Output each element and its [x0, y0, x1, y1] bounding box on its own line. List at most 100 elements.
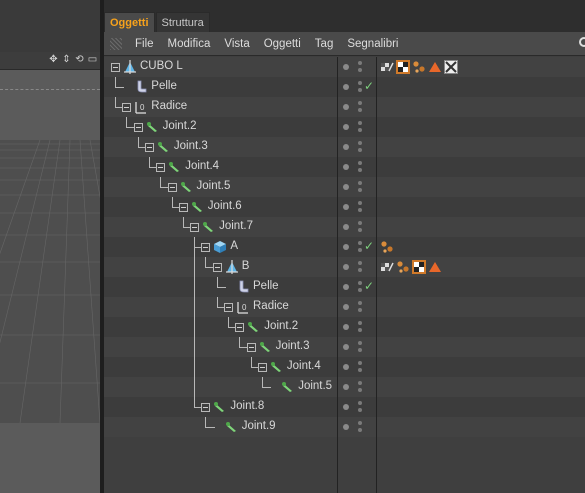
menu-file[interactable]: File	[128, 38, 161, 50]
tree-row[interactable]: 0 Radice	[104, 97, 585, 117]
collapse-toggle-icon[interactable]	[224, 303, 233, 312]
collapse-toggle-icon[interactable]	[178, 203, 188, 212]
tree-row[interactable]: A ✓	[104, 237, 585, 257]
render-visibility-dot[interactable]	[358, 428, 362, 432]
object-label[interactable]: Joint.2	[163, 120, 197, 132]
layer-dot[interactable]	[343, 184, 349, 190]
collapse-toggle-icon[interactable]	[167, 183, 177, 192]
object-label[interactable]: Joint.8	[230, 400, 264, 412]
editor-visibility-dot[interactable]	[358, 81, 362, 85]
object-label[interactable]: Pelle	[151, 80, 177, 92]
collapse-toggle-icon[interactable]	[133, 123, 143, 132]
editor-visibility-dot[interactable]	[358, 61, 362, 65]
editor-visibility-dot[interactable]	[358, 141, 362, 145]
editor-visibility-dot[interactable]	[358, 261, 362, 265]
tree-row[interactable]: Joint.4	[104, 157, 585, 177]
layer-dot[interactable]	[343, 264, 349, 270]
layer-dot[interactable]	[343, 404, 349, 410]
render-visibility-dot[interactable]	[358, 168, 362, 172]
layer-dot[interactable]	[343, 144, 349, 150]
collapse-toggle-icon[interactable]	[201, 403, 211, 412]
editor-visibility-dot[interactable]	[358, 161, 362, 165]
render-visibility-dot[interactable]	[358, 148, 362, 152]
render-visibility-dot[interactable]	[358, 388, 362, 392]
menu-modifica[interactable]: Modifica	[161, 38, 218, 50]
editor-visibility-dot[interactable]	[358, 381, 362, 385]
tree-row[interactable]: Joint.7	[104, 217, 585, 237]
editor-visibility-dot[interactable]	[358, 221, 362, 225]
tree-row[interactable]: Joint.5	[104, 377, 585, 397]
tree-row[interactable]: Joint.8	[104, 397, 585, 417]
layer-dot[interactable]	[343, 344, 349, 350]
collapse-toggle-icon[interactable]	[201, 243, 211, 252]
render-visibility-dot[interactable]	[358, 308, 362, 312]
render-visibility-dot[interactable]	[358, 248, 362, 252]
enabled-check-icon[interactable]: ✓	[364, 239, 374, 253]
tree-row[interactable]: B	[104, 257, 585, 277]
editor-visibility-dot[interactable]	[358, 281, 362, 285]
editor-visibility-dot[interactable]	[358, 301, 362, 305]
object-label[interactable]: Joint.5	[197, 180, 231, 192]
collapse-toggle-icon[interactable]	[144, 143, 154, 152]
render-visibility-dot[interactable]	[358, 128, 362, 132]
object-label[interactable]: Joint.4	[185, 160, 219, 172]
checker-material-icon[interactable]	[412, 260, 426, 274]
dots-material-icon[interactable]	[380, 240, 394, 254]
tree-row[interactable]: Pelle ✓	[104, 277, 585, 297]
collapse-toggle-icon[interactable]	[122, 103, 132, 112]
collapse-toggle-icon[interactable]	[246, 343, 256, 352]
render-visibility-dot[interactable]	[358, 408, 362, 412]
render-visibility-dot[interactable]	[358, 188, 362, 192]
menu-tag[interactable]: Tag	[308, 38, 341, 50]
collapse-toggle-icon[interactable]	[212, 263, 222, 272]
render-visibility-dot[interactable]	[358, 348, 362, 352]
render-visibility-dot[interactable]	[358, 208, 362, 212]
render-visibility-dot[interactable]	[358, 68, 362, 72]
layer-dot[interactable]	[343, 284, 349, 290]
layer-dot[interactable]	[343, 324, 349, 330]
editor-visibility-dot[interactable]	[358, 421, 362, 425]
object-label[interactable]: Radice	[253, 300, 289, 312]
dots-material-icon[interactable]	[396, 260, 410, 274]
object-label[interactable]: Joint.6	[208, 200, 242, 212]
editor-visibility-dot[interactable]	[358, 201, 362, 205]
layer-dot[interactable]	[343, 64, 349, 70]
object-label[interactable]: CUBO L	[140, 60, 183, 72]
tree-row[interactable]: 0 Radice	[104, 297, 585, 317]
orange-triangle-icon[interactable]	[428, 60, 442, 74]
tab-struttura[interactable]: Struttura	[155, 12, 210, 32]
layer-dot[interactable]	[343, 304, 349, 310]
layer-dot[interactable]	[343, 164, 349, 170]
object-label[interactable]: A	[230, 240, 238, 252]
render-visibility-dot[interactable]	[358, 108, 362, 112]
layer-dot[interactable]	[343, 224, 349, 230]
object-label[interactable]: Joint.9	[242, 420, 276, 432]
viewport-panel[interactable]: ✥ ⇕ ⟲ ▭	[0, 0, 100, 493]
editor-visibility-dot[interactable]	[358, 241, 362, 245]
tab-oggetti[interactable]: Oggetti	[104, 12, 155, 32]
render-visibility-dot[interactable]	[358, 268, 362, 272]
grip-icon[interactable]	[110, 37, 122, 50]
scale-icon[interactable]: ⇕	[61, 54, 72, 66]
layer-dot[interactable]	[343, 124, 349, 130]
render-visibility-dot[interactable]	[358, 328, 362, 332]
menu-vista[interactable]: Vista	[217, 38, 256, 50]
render-visibility-dot[interactable]	[358, 368, 362, 372]
texture-tag-icon[interactable]	[380, 60, 394, 74]
editor-visibility-dot[interactable]	[358, 321, 362, 325]
object-label[interactable]: Pelle	[253, 280, 279, 292]
maximize-icon[interactable]: ▭	[87, 54, 98, 66]
object-label[interactable]: Joint.3	[174, 140, 208, 152]
object-label[interactable]: Joint.2	[264, 320, 298, 332]
layer-dot[interactable]	[343, 204, 349, 210]
tree-row[interactable]: Joint.4	[104, 357, 585, 377]
object-label[interactable]: Joint.4	[287, 360, 321, 372]
layer-dot[interactable]	[343, 384, 349, 390]
collapse-toggle-icon[interactable]	[257, 363, 267, 372]
render-visibility-dot[interactable]	[358, 88, 362, 92]
menu-segnalibri[interactable]: Segnalibri	[340, 38, 405, 50]
collapse-toggle-icon[interactable]	[156, 163, 166, 172]
texture-tag-icon[interactable]	[380, 260, 394, 274]
tree-row[interactable]: Joint.5	[104, 177, 585, 197]
orange-triangle-icon[interactable]	[428, 260, 442, 274]
